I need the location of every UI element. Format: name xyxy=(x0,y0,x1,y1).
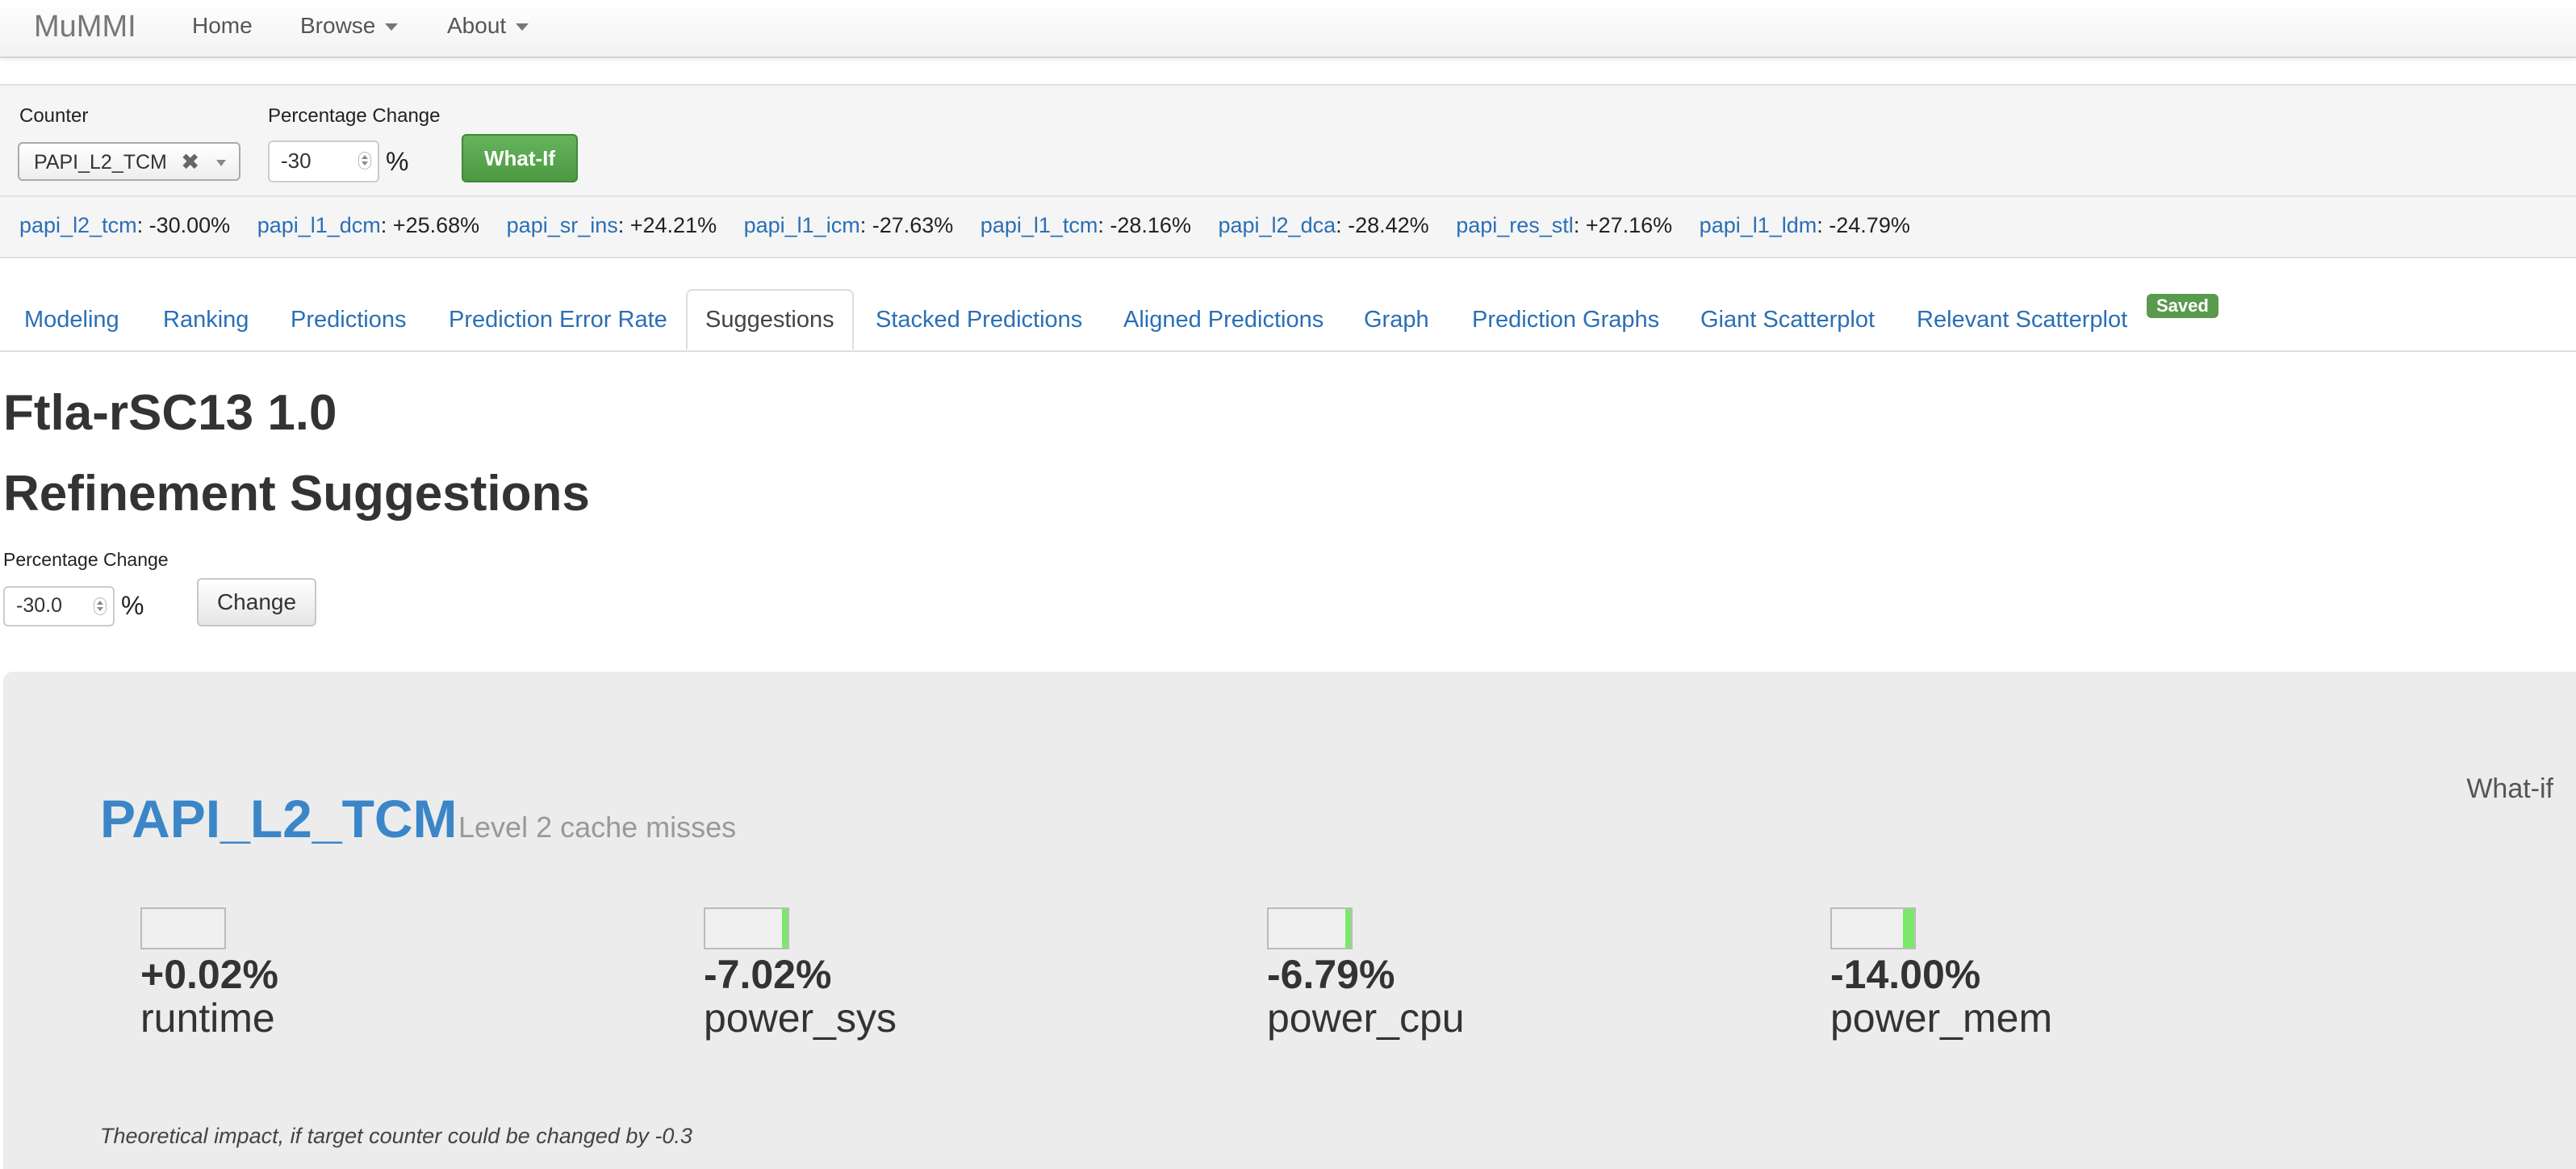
metric-value: +0.02% xyxy=(140,952,278,997)
counter-stats: papi_l2_tcm: -30.00% papi_l1_dcm: +25.68… xyxy=(19,213,1931,238)
impact-bar-fill xyxy=(1903,909,1914,948)
metric-name: runtime xyxy=(140,995,275,1041)
stat-item: papi_sr_ins: +24.21% xyxy=(507,213,717,238)
stat-link[interactable]: papi_l2_tcm xyxy=(19,213,137,237)
nav-browse[interactable]: Browse xyxy=(300,13,399,39)
metric-value: -6.79% xyxy=(1267,952,1395,997)
clear-icon[interactable]: ✖ xyxy=(181,149,199,175)
impact-bar xyxy=(1267,907,1353,949)
metric-runtime: +0.02% runtime xyxy=(140,907,544,1053)
metric-power-sys: -7.02% power_sys xyxy=(704,907,1107,1053)
stat-item: papi_l1_ldm: -24.79% xyxy=(1700,213,1910,238)
saved-badge: Saved xyxy=(2147,294,2218,318)
nav-browse-label: Browse xyxy=(300,13,376,38)
stat-link[interactable]: papi_l1_icm xyxy=(744,213,860,237)
tab-suggestions[interactable]: Suggestions xyxy=(686,289,854,350)
whatif-button[interactable]: What-If xyxy=(462,134,578,182)
tab-stacked-predictions[interactable]: Stacked Predictions xyxy=(876,307,1082,333)
percentage-change-value: -30 xyxy=(281,149,312,173)
nav-home[interactable]: Home xyxy=(192,13,253,39)
top-navbar: MuMMI Home Browse About xyxy=(0,0,2576,58)
counter-select-value: PAPI_L2_TCM xyxy=(34,151,167,174)
metric-power-cpu: -6.79% power_cpu xyxy=(1267,907,1671,1053)
stat-value: : +27.16% xyxy=(1573,213,1673,237)
target-counter-name: PAPI_L2_TCM xyxy=(100,789,458,848)
stat-item: papi_l1_dcm: +25.68% xyxy=(257,213,479,238)
brand-logo[interactable]: MuMMI xyxy=(34,10,136,44)
metric-name: power_sys xyxy=(704,995,897,1041)
tab-giant-scatterplot[interactable]: Giant Scatterplot xyxy=(1700,307,1875,333)
tab-graph[interactable]: Graph xyxy=(1364,307,1429,333)
suggestion-pct-input[interactable]: -30.0 xyxy=(3,586,115,626)
tab-prediction-error-rate[interactable]: Prediction Error Rate xyxy=(449,307,667,333)
nav-about-label: About xyxy=(447,13,507,38)
tab-predictions[interactable]: Predictions xyxy=(291,307,406,333)
page-subtitle: Refinement Suggestions xyxy=(3,466,590,522)
counter-label: Counter xyxy=(19,105,89,127)
percentage-change-label: Percentage Change xyxy=(268,105,441,127)
stat-link[interactable]: papi_res_stl xyxy=(1456,213,1574,237)
nav-about[interactable]: About xyxy=(447,13,529,39)
suggestion-panel: PAPI_L2_TCM Level 2 cache misses What-if… xyxy=(3,672,2576,1169)
chevron-down-icon xyxy=(385,23,399,31)
impact-footnote: Theoretical impact, if target counter co… xyxy=(100,1124,692,1148)
metric-value: -14.00% xyxy=(1830,952,1981,997)
metric-name: power_mem xyxy=(1830,995,2053,1041)
percent-symbol: % xyxy=(121,591,144,620)
counter-select[interactable]: PAPI_L2_TCM ✖ xyxy=(18,142,240,181)
tab-relevant-scatterplot[interactable]: Relevant Scatterplot xyxy=(1917,307,2127,333)
stat-link[interactable]: papi_sr_ins xyxy=(507,213,618,237)
stat-value: : +25.68% xyxy=(380,213,480,237)
impact-bar-fill xyxy=(782,909,788,948)
tab-ranking[interactable]: Ranking xyxy=(163,307,249,333)
stepper-icon[interactable] xyxy=(94,597,107,615)
whatif-label: What-if xyxy=(2466,773,2553,804)
chevron-down-icon xyxy=(216,160,226,166)
impact-bar xyxy=(1830,907,1916,949)
tab-prediction-graphs[interactable]: Prediction Graphs xyxy=(1472,307,1659,333)
percent-symbol: % xyxy=(386,147,409,176)
stat-item: papi_l1_icm: -27.63% xyxy=(744,213,954,238)
toolbar-divider xyxy=(0,195,2576,197)
stepper-icon[interactable] xyxy=(358,152,371,170)
stat-link[interactable]: papi_l1_tcm xyxy=(981,213,1098,237)
impact-bar xyxy=(140,907,226,949)
stat-link[interactable]: papi_l1_dcm xyxy=(257,213,381,237)
suggestion-pct-label: Percentage Change xyxy=(3,549,169,570)
stat-item: papi_res_stl: +27.16% xyxy=(1456,213,1672,238)
stat-item: papi_l1_tcm: -28.16% xyxy=(981,213,1191,238)
stat-value: : -24.79% xyxy=(1817,213,1910,237)
stat-link[interactable]: papi_l2_dca xyxy=(1218,213,1336,237)
whatif-toolbar: Counter PAPI_L2_TCM ✖ Percentage Change … xyxy=(0,84,2576,258)
stat-item: papi_l2_dca: -28.42% xyxy=(1218,213,1428,238)
change-button[interactable]: Change xyxy=(197,578,316,626)
chevron-down-icon xyxy=(516,23,529,31)
tab-aligned-predictions[interactable]: Aligned Predictions xyxy=(1123,307,1324,333)
metric-name: power_cpu xyxy=(1267,995,1465,1041)
percentage-change-input[interactable]: -30 xyxy=(268,140,379,182)
impact-bar-fill xyxy=(1345,909,1351,948)
page-title: Ftla-rSC13 1.0 xyxy=(3,385,337,441)
stat-value: : -27.63% xyxy=(859,213,954,237)
stat-value: : -30.00% xyxy=(136,213,231,237)
target-counter-description: Level 2 cache misses xyxy=(458,811,737,844)
metric-power-mem: -14.00% power_mem xyxy=(1830,907,2234,1053)
stat-value: : +24.21% xyxy=(617,213,717,237)
impact-bar xyxy=(704,907,789,949)
stat-value: : -28.16% xyxy=(1098,213,1191,237)
stat-item: papi_l2_tcm: -30.00% xyxy=(19,213,230,238)
stat-value: : -28.42% xyxy=(1336,213,1429,237)
stat-link[interactable]: papi_l1_ldm xyxy=(1700,213,1817,237)
suggestion-pct-value: -30.0 xyxy=(16,594,62,617)
metric-value: -7.02% xyxy=(704,952,832,997)
tab-modeling[interactable]: Modeling xyxy=(24,307,119,333)
